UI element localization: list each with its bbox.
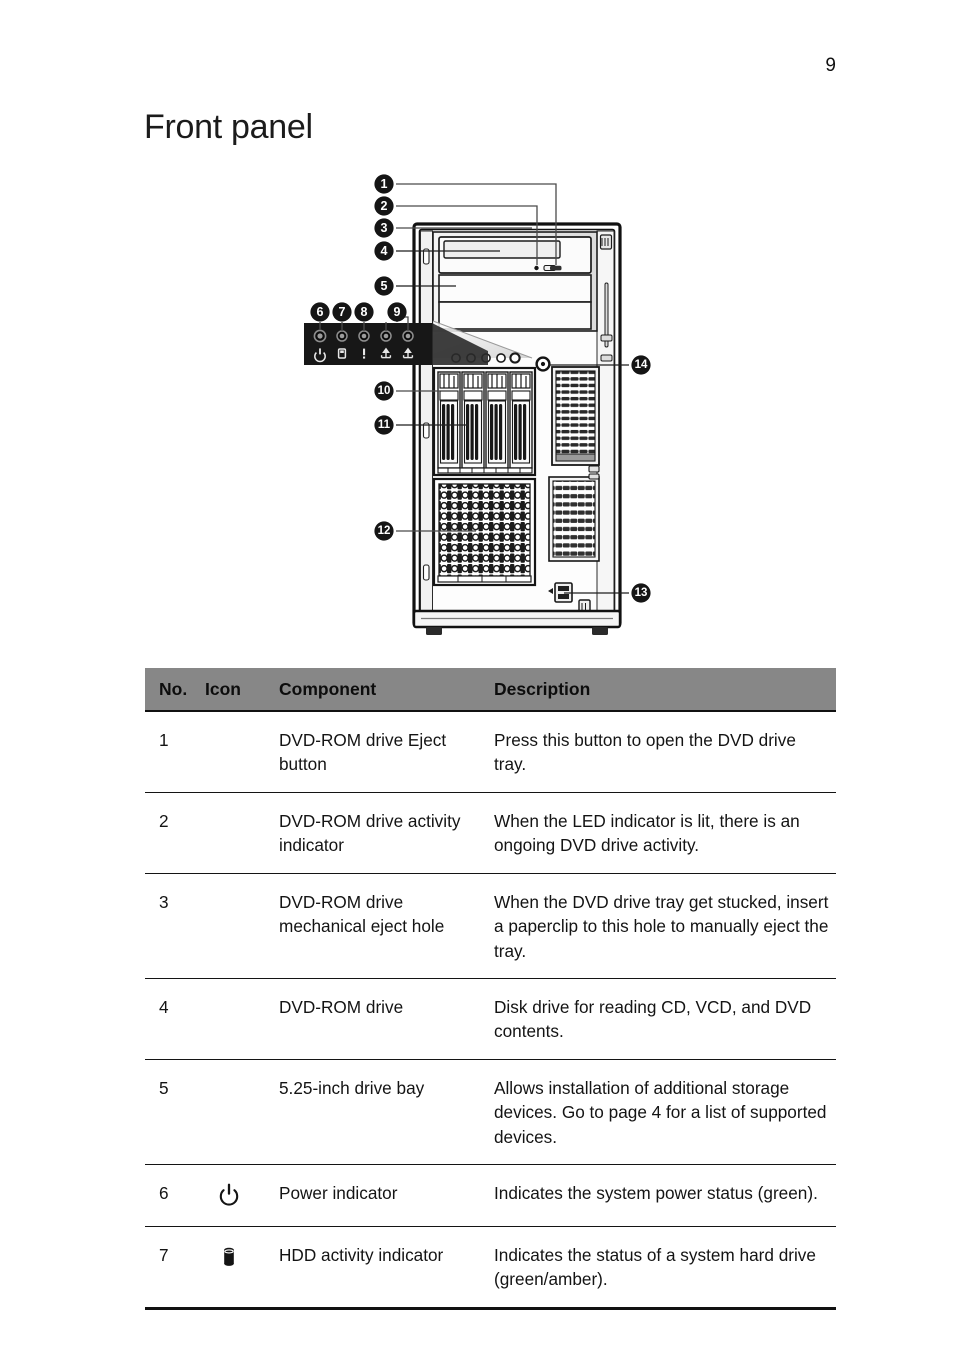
- table-row: 6 Power indicator Indicates the system p…: [145, 1165, 836, 1228]
- row-description: When the DVD drive tray get stucked, ins…: [494, 891, 829, 961]
- table-row: 4 DVD-ROM drive Disk drive for reading C…: [145, 979, 836, 1060]
- svg-text:8: 8: [361, 305, 368, 319]
- svg-text:3: 3: [381, 221, 388, 235]
- row-icon-cell: [205, 890, 279, 892]
- table-row: 1 DVD-ROM drive Eject button Press this …: [145, 712, 836, 793]
- dvd-eject-button: [550, 265, 562, 271]
- hdd-icon: [224, 1247, 234, 1266]
- document-page: 9 Front panel 1 2 3 4 5 6 7 8 9 10 11 12…: [0, 0, 954, 1369]
- power-icon: [219, 1183, 239, 1206]
- svg-text:12: 12: [378, 525, 391, 537]
- callout-11: 11: [374, 415, 394, 435]
- svg-text:4: 4: [381, 244, 388, 258]
- row-component: Power indicator: [279, 1183, 398, 1204]
- callout-1: 1: [374, 174, 394, 194]
- row-number: 1: [159, 730, 169, 750]
- column-header-icon: Icon: [205, 678, 241, 699]
- column-header-no: No.: [159, 678, 188, 699]
- callout-7: 7: [332, 302, 352, 322]
- row-icon-cell: [205, 995, 279, 997]
- table-header-row: No. Icon Component Description: [145, 668, 836, 712]
- svg-text:7: 7: [339, 305, 346, 319]
- row-description: Disk drive for reading CD, VCD, and DVD …: [494, 996, 812, 1042]
- row-component: 5.25-inch drive bay: [279, 1077, 425, 1098]
- callout-4: 4: [374, 241, 394, 261]
- callout-13: 13: [631, 583, 651, 603]
- callout-2: 2: [374, 196, 394, 216]
- row-number: 7: [159, 1245, 169, 1266]
- row-description: When the LED indicator is lit, there is …: [494, 810, 800, 856]
- hdd-carrier-1: [437, 371, 461, 469]
- svg-text:2: 2: [381, 199, 388, 213]
- row-description: Allows installation of additional storag…: [494, 1077, 827, 1147]
- front-mesh-vent-panel: [432, 477, 537, 587]
- column-header-component: Component: [279, 678, 377, 699]
- svg-text:1: 1: [381, 177, 388, 191]
- hdd-carrier-2: [461, 371, 485, 469]
- row-number: 6: [159, 1183, 169, 1204]
- page-number: 9: [825, 55, 836, 76]
- right-vent-module-lower: [548, 476, 600, 562]
- callout-12: 12: [374, 521, 394, 541]
- row-description: Press this button to open the DVD drive …: [494, 730, 796, 775]
- callout-6: 6: [310, 302, 330, 322]
- row-component: DVD-ROM drive mechanical eject hole: [279, 891, 445, 937]
- svg-text:14: 14: [635, 359, 648, 371]
- front-panel-component-table: No. Icon Component Description 1 DVD-ROM…: [145, 668, 836, 1310]
- row-component: DVD-ROM drive activity indicator: [279, 810, 461, 856]
- row-icon-cell: [205, 1076, 279, 1078]
- row-number: 5: [159, 1077, 169, 1098]
- row-number: 4: [159, 996, 169, 1017]
- table-row: 3 DVD-ROM drive mechanical eject hole Wh…: [145, 874, 836, 979]
- hard-drive-cage: [432, 366, 537, 477]
- row-icon-cell: [205, 728, 279, 730]
- row-component: DVD-ROM drive Eject button: [279, 730, 447, 775]
- power-button: [535, 356, 551, 372]
- svg-text:11: 11: [378, 419, 391, 431]
- right-vent-module-upper: [551, 366, 600, 466]
- svg-text:13: 13: [635, 587, 648, 599]
- right-latch-tabs: [588, 465, 600, 480]
- row-number: 3: [159, 891, 169, 912]
- callout-10: 10: [374, 381, 394, 401]
- hdd-carrier-3: [485, 371, 509, 469]
- 525-inch-drive-bay: [438, 274, 592, 330]
- row-component: DVD-ROM drive: [279, 996, 404, 1017]
- table-row: 2 DVD-ROM drive activity indicator When …: [145, 793, 836, 874]
- page-title: Front panel: [144, 108, 313, 146]
- svg-text:6: 6: [317, 305, 324, 319]
- column-header-description: Description: [494, 678, 591, 699]
- svg-text:9: 9: [394, 305, 401, 319]
- row-number: 2: [159, 810, 169, 831]
- row-icon-cell: [205, 1243, 279, 1271]
- callout-8: 8: [354, 302, 374, 322]
- row-icon-cell: [205, 809, 279, 811]
- svg-text:10: 10: [378, 385, 391, 397]
- svg-text:5: 5: [381, 279, 388, 293]
- table-row: 5 5.25-inch drive bay Allows installatio…: [145, 1060, 836, 1166]
- hdd-carrier-4: [509, 371, 533, 469]
- callout-5: 5: [374, 276, 394, 296]
- chassis-base: [412, 609, 622, 635]
- table-row: 7 HDD activity indicator Indicates the s…: [145, 1227, 836, 1310]
- optical-and-bay-area: [432, 231, 598, 332]
- led-alert-icon: [363, 348, 366, 359]
- dvd-rom-drive: [438, 236, 592, 274]
- mechanical-eject-hole: [534, 265, 539, 271]
- callout-3: 3: [374, 218, 394, 238]
- row-component: HDD activity indicator: [279, 1245, 444, 1266]
- row-description: Indicates the system power status (green…: [494, 1183, 818, 1204]
- front-panel-diagram: 1 2 3 4 5 6 7 8 9 10 11 12 13 14: [300, 165, 672, 647]
- callout-14: 14: [631, 355, 651, 375]
- row-icon-cell: [205, 1181, 279, 1209]
- callout-9: 9: [387, 302, 407, 322]
- row-description: Indicates the status of a system hard dr…: [494, 1245, 816, 1290]
